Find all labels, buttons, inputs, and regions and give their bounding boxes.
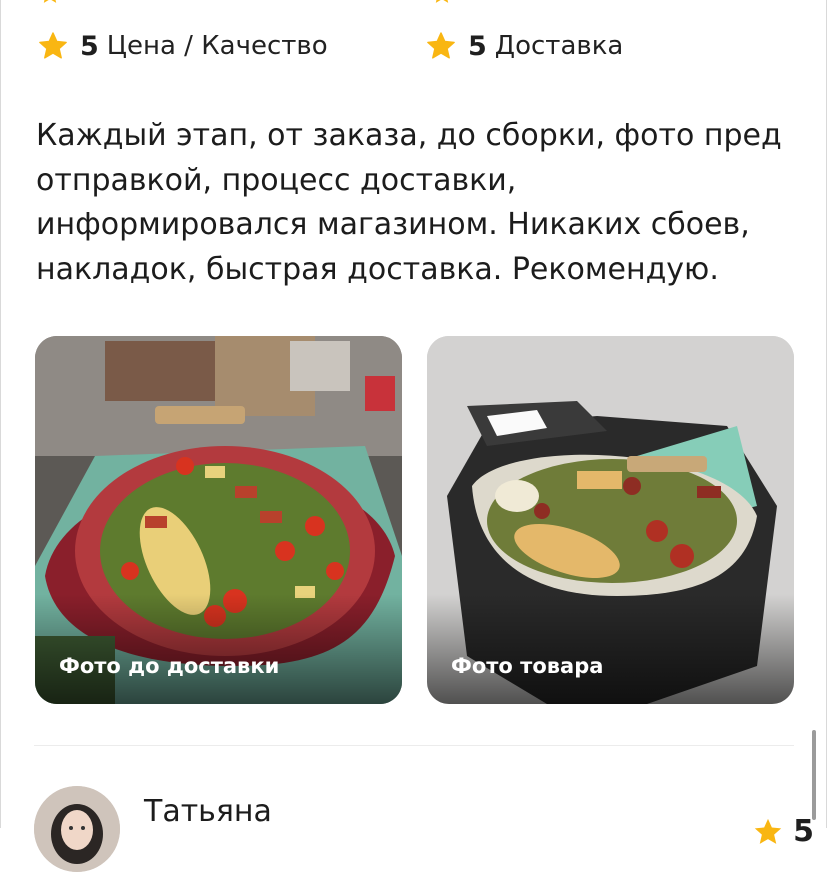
review-line: Каждый этап, от заказа, до сборки, фото … <box>36 118 782 153</box>
review-photo-product[interactable]: Фото товара <box>427 336 794 704</box>
review-line: накладок, быстрая доставка. Рекомендую. <box>36 252 719 288</box>
photo-caption-shade <box>427 594 794 704</box>
star-icon <box>43 0 57 3</box>
rating-label: Цена / Качество <box>106 31 328 61</box>
review-line: отправкой, процесс доставки, <box>36 162 517 198</box>
rating-delivery: 5 Доставка <box>424 28 623 64</box>
rating-score: 5 <box>80 30 99 62</box>
previous-rating-row <box>36 0 796 6</box>
star-icon <box>427 32 455 59</box>
avatar[interactable] <box>34 786 120 872</box>
star-icon <box>435 0 449 3</box>
review-divider <box>34 745 794 746</box>
photo-caption: Фото товара <box>451 654 604 678</box>
rating-score: 5 <box>793 814 814 849</box>
review-photo-before-delivery[interactable]: Фото до доставки <box>35 336 402 704</box>
rating-score: 5 <box>468 30 487 62</box>
review-line: информировался магазином. Никаких сбоев, <box>36 207 750 243</box>
reviewer-name: Татьяна <box>144 794 272 829</box>
next-review-header: Татьяна 5 <box>34 786 814 872</box>
avatar-image <box>34 786 120 872</box>
star-icon <box>39 32 67 59</box>
photo-caption: Фото до доставки <box>59 654 280 678</box>
star-icon <box>754 818 782 844</box>
page-left-border <box>0 0 1 828</box>
review-text: Каждый этап, от заказа, до сборки, фото … <box>36 114 806 293</box>
next-review-rating: 5 <box>751 814 814 849</box>
rating-price-quality: 5 Цена / Качество <box>36 28 328 64</box>
rating-label: Доставка <box>494 31 624 61</box>
photo-caption-shade <box>35 594 402 704</box>
